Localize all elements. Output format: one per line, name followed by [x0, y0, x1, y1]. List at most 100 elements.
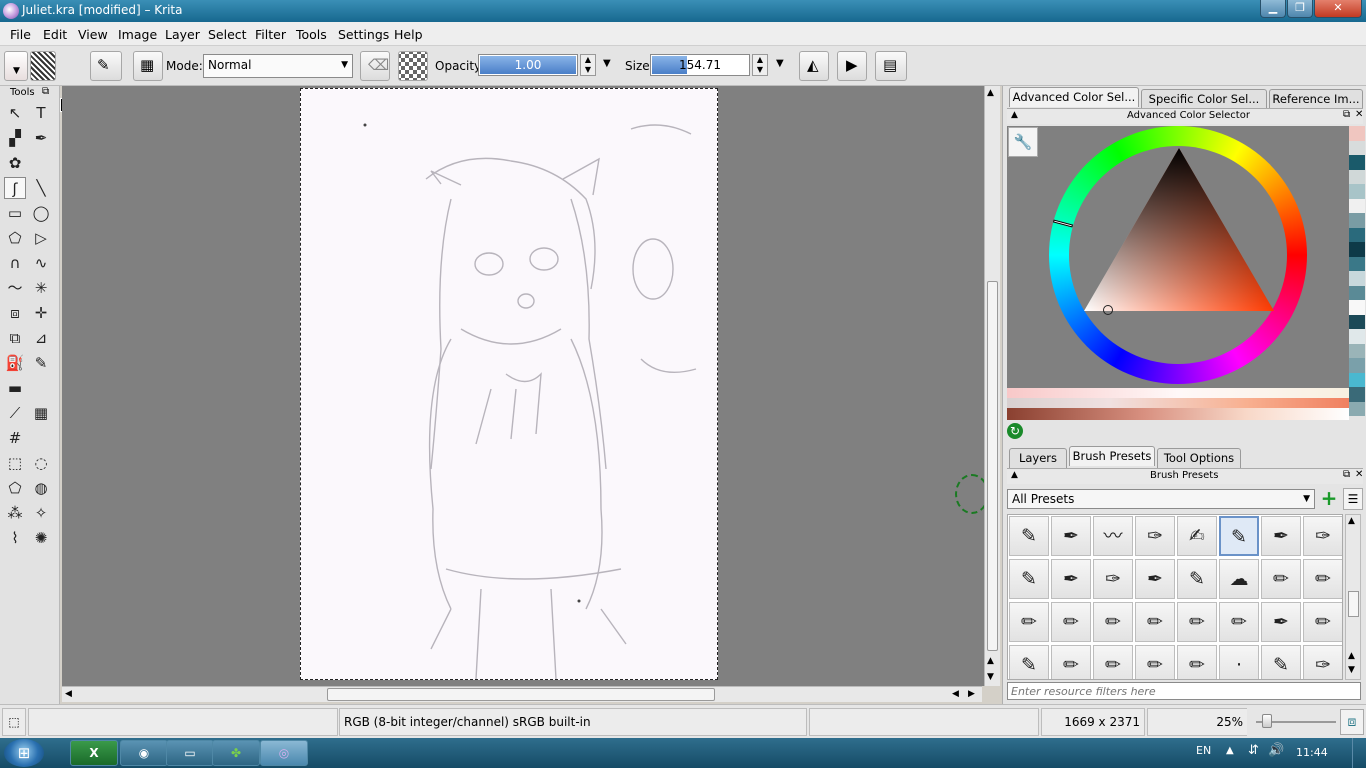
horizontal-scroll-thumb[interactable] [327, 688, 715, 701]
tab-reference-images[interactable]: Reference Im... [1269, 89, 1363, 109]
menu-tools[interactable]: Tools [296, 27, 327, 42]
menu-select[interactable]: Select [208, 27, 247, 42]
bezier-tool-icon[interactable]: ∩ [4, 252, 26, 274]
palette-swatch[interactable] [1349, 285, 1365, 300]
mirror-horizontal-button[interactable]: ◭ [799, 51, 829, 81]
menu-help[interactable]: Help [394, 27, 423, 42]
taskbar-excel-icon[interactable]: X [70, 740, 118, 766]
scroll-left-icon[interactable]: ◀ [65, 689, 72, 699]
close-docker-icon[interactable]: ✕ [1355, 109, 1363, 120]
perspective-grid-icon[interactable]: ▦ [30, 402, 52, 424]
color-picker-icon[interactable]: ✎ [30, 352, 52, 374]
measure-tool-icon[interactable]: ⊿ [30, 327, 52, 349]
eraser-mode-button[interactable]: ⌫ [360, 51, 390, 81]
brush-preset-item[interactable]: ✒ [1051, 516, 1091, 556]
float-docker-icon[interactable]: ⧉ [42, 86, 49, 97]
outline-select-icon[interactable]: ◍ [30, 477, 52, 499]
brush-preset-item[interactable]: ✏ [1177, 645, 1217, 679]
rect-select-icon[interactable]: ⬚ [4, 452, 26, 474]
line-tool-icon[interactable]: ╲ [30, 177, 52, 199]
size-slider[interactable]: 154.71 [650, 54, 750, 76]
tab-advanced-color-selector[interactable]: Advanced Color Sel... [1009, 87, 1139, 107]
tab-specific-color-selector[interactable]: Specific Color Sel... [1141, 89, 1267, 109]
brush-preset-item[interactable]: ✏ [1093, 645, 1133, 679]
volume-icon[interactable]: 🔊 [1268, 743, 1284, 758]
resource-filter-input[interactable] [1007, 682, 1361, 700]
palette-swatch[interactable] [1349, 140, 1365, 155]
freehand-path-icon[interactable]: ∿ [30, 252, 52, 274]
brush-preset-item[interactable]: ✏ [1093, 602, 1133, 642]
opacity-spinner[interactable]: ▲ ▼ [580, 54, 596, 76]
color-pattern-strip-2[interactable] [1007, 398, 1349, 408]
float-docker-icon[interactable]: ⧉ [1343, 109, 1350, 120]
dynamic-brush-icon[interactable]: 〜 [4, 277, 26, 299]
taskbar-explorer-icon[interactable]: ▭ [166, 740, 214, 766]
palette-swatch[interactable] [1349, 198, 1365, 213]
blend-mode-select[interactable]: Normal ▼ [203, 54, 353, 78]
scroll-up-lower-icon[interactable]: ▲ [1348, 651, 1355, 661]
brush-preset-item[interactable]: ✏ [1051, 602, 1091, 642]
grid-tool-icon[interactable]: # [4, 427, 26, 449]
add-tag-icon[interactable]: + [1319, 488, 1339, 510]
fit-to-view-icon[interactable]: ⧈ [1340, 709, 1364, 735]
mirror-vertical-button[interactable]: ▶ [837, 51, 867, 81]
show-desktop-button[interactable] [1352, 738, 1366, 768]
color-pattern-strip-3[interactable] [1007, 408, 1349, 420]
maximize-button[interactable]: ❐ [1287, 0, 1313, 18]
ruler-assistant-icon[interactable]: ⟋ [4, 402, 26, 424]
brush-preset-item[interactable]: ✏ [1219, 602, 1259, 642]
brush-preset-item[interactable]: ✎ [1009, 645, 1049, 679]
minimize-button[interactable]: ▁ [1260, 0, 1286, 18]
scroll-up-icon[interactable]: ▲ [987, 88, 994, 98]
color-picker-settings-button[interactable]: 🔧 [1008, 127, 1038, 157]
tab-brush-presets[interactable]: Brush Presets [1069, 446, 1155, 466]
collapse-icon[interactable]: ▲ [1011, 110, 1018, 120]
palette-swatch[interactable] [1349, 227, 1365, 242]
brush-preset-item[interactable]: ✏ [1135, 645, 1175, 679]
float-docker-icon[interactable]: ⧉ [1343, 469, 1350, 480]
size-menu-arrow-icon[interactable]: ▼ [776, 58, 784, 69]
brush-preset-item[interactable]: ✏ [1009, 602, 1049, 642]
selection-status-icon[interactable]: ⬚ [2, 708, 26, 736]
palette-swatch[interactable] [1349, 343, 1365, 358]
menu-edit[interactable]: Edit [43, 27, 67, 42]
opacity-menu-arrow-icon[interactable]: ▼ [603, 58, 611, 69]
scroll-up-lower-icon[interactable]: ▲ [987, 656, 994, 666]
brush-preset-item[interactable]: ✎ [1261, 645, 1301, 679]
scroll-down-icon[interactable]: ▼ [1348, 665, 1355, 675]
brush-preset-item[interactable]: · [1219, 645, 1259, 679]
opacity-slider[interactable]: 1.00 [478, 54, 578, 76]
palette-swatch[interactable] [1349, 387, 1365, 402]
brush-preset-item[interactable]: ✑ [1093, 559, 1133, 599]
calligraphy-icon[interactable]: ✒ [30, 127, 52, 149]
scroll-left-lower-icon[interactable]: ◀ [952, 689, 959, 699]
close-docker-icon[interactable]: ✕ [1355, 469, 1363, 480]
brush-preset-item[interactable]: ✎ [1009, 516, 1049, 556]
gradient-edit-icon[interactable]: ▞ [4, 127, 26, 149]
brush-preset-item[interactable]: ✏ [1135, 602, 1175, 642]
palette-swatch[interactable] [1349, 358, 1365, 373]
select-shapes-icon[interactable]: ↖ [4, 102, 26, 124]
menu-filter[interactable]: Filter [255, 27, 286, 42]
pattern-swatch-button[interactable] [30, 51, 56, 81]
ellipse-select-icon[interactable]: ◌ [30, 452, 52, 474]
close-button[interactable]: ✕ [1314, 0, 1362, 18]
palette-swatch[interactable] [1349, 213, 1365, 228]
workspace-button[interactable]: ▤ [875, 51, 907, 81]
polygon-select-icon[interactable]: ⬠ [4, 477, 26, 499]
menu-file[interactable]: File [10, 27, 31, 42]
fill-tool-icon[interactable]: ⛽ [4, 352, 26, 374]
gradient-tool-icon[interactable]: ▬ [4, 377, 26, 399]
preset-scrollbar[interactable]: ▲ ▲ ▼ [1345, 514, 1361, 680]
palette-swatch[interactable] [1349, 300, 1365, 315]
canvas-document[interactable] [300, 88, 718, 680]
brush-preset-item[interactable]: ✒ [1261, 602, 1301, 642]
clock-time[interactable]: 11:44 [1296, 746, 1328, 759]
start-button[interactable]: ⊞ [4, 739, 44, 767]
palette-swatch[interactable] [1349, 314, 1365, 329]
ellipse-tool-icon[interactable]: ◯ [30, 202, 52, 224]
preset-scroll-thumb[interactable] [1348, 591, 1359, 617]
brush-preset-item[interactable]: ✏ [1303, 602, 1342, 642]
palette-swatch[interactable] [1349, 256, 1365, 271]
tab-tool-options[interactable]: Tool Options [1157, 448, 1241, 468]
